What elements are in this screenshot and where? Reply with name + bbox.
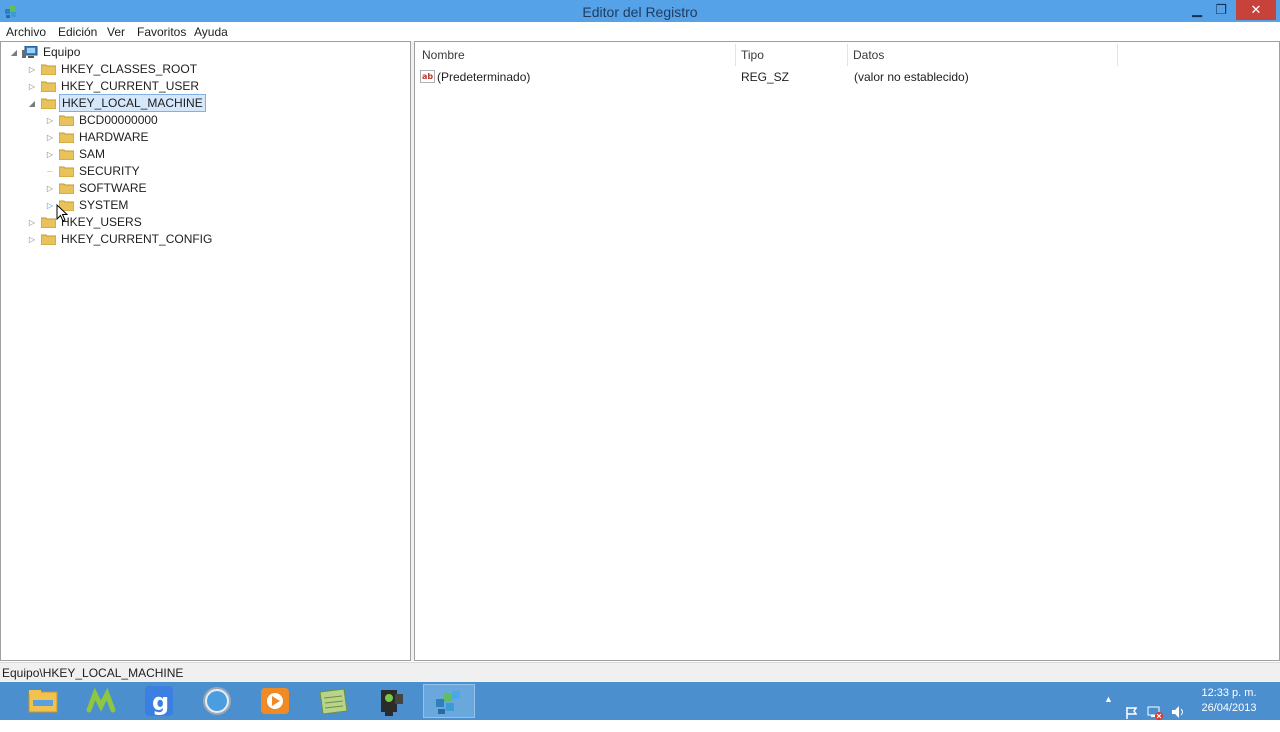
tree-label: HKEY_CURRENT_USER — [61, 79, 200, 93]
show-hidden-icons-icon[interactable]: ▲ — [1104, 694, 1113, 732]
notes-icon — [319, 688, 348, 715]
clock-date: 26/04/2013 — [1201, 702, 1257, 714]
taskbar-google[interactable]: g — [133, 684, 185, 718]
menu-edicion[interactable]: Edición — [58, 25, 97, 39]
tree-label: HKEY_CURRENT_CONFIG — [61, 232, 213, 246]
registry-editor-icon — [436, 691, 460, 714]
values-list[interactable]: Nombre Tipo Datos ab (Predeterminado) RE… — [414, 41, 1280, 661]
taskbar-file-explorer[interactable] — [17, 684, 69, 718]
table-row[interactable]: ab (Predeterminado) REG_SZ (valor no est… — [420, 68, 1270, 86]
taskbar: g ▲ 12:33 p. m. 26/04/2013 — [0, 682, 1280, 720]
tree-label: Equipo — [43, 45, 81, 59]
svg-text:g: g — [152, 688, 169, 716]
taskbar-safari[interactable] — [191, 684, 243, 718]
tree-label: HKEY_CLASSES_ROOT — [61, 62, 198, 76]
column-header-tipo[interactable]: Tipo — [741, 48, 764, 62]
window-title: Editor del Registro — [582, 4, 698, 20]
expand-arrow-icon[interactable]: ▷ — [45, 180, 55, 197]
expand-arrow-icon[interactable]: ▷ — [27, 214, 37, 231]
column-divider[interactable] — [847, 44, 848, 66]
folder-icon — [59, 183, 74, 194]
tree-line-icon: ─ — [47, 167, 53, 176]
file-explorer-icon — [28, 690, 58, 713]
tree-pane[interactable]: ◢ Equipo ▷ HKEY_CLASSES_ROOT ▷ HKEY_CURR… — [0, 41, 411, 661]
close-button[interactable]: ✕ — [1236, 0, 1276, 20]
column-divider[interactable] — [735, 44, 736, 66]
expand-arrow-icon[interactable]: ▷ — [27, 231, 37, 248]
taskbar-media-player[interactable] — [249, 684, 301, 718]
tree-label: HKEY_USERS — [61, 215, 142, 229]
volume-icon[interactable] — [1170, 693, 1186, 731]
expand-arrow-icon[interactable]: ▷ — [45, 129, 55, 146]
expand-arrow-icon[interactable]: ▷ — [27, 78, 37, 95]
tree-label: SAM — [79, 147, 106, 161]
taskbar-notes[interactable] — [307, 684, 359, 718]
svg-text:ab: ab — [422, 72, 433, 81]
expand-arrow-icon[interactable]: ▷ — [27, 61, 37, 78]
collapse-arrow-icon[interactable]: ◢ — [27, 95, 37, 112]
taskbar-registry-editor[interactable] — [423, 684, 475, 718]
folder-icon — [59, 132, 74, 143]
column-header-datos[interactable]: Datos — [853, 48, 884, 62]
column-header-nombre[interactable]: Nombre — [422, 48, 465, 62]
mouse-cursor-icon — [56, 204, 68, 222]
system-clock[interactable]: 12:33 p. m. 26/04/2013 — [1194, 686, 1264, 716]
folder-icon — [41, 217, 56, 228]
menu-bar: Archivo Edición Ver Favoritos Ayuda — [0, 22, 1280, 41]
string-value-icon: ab — [420, 70, 435, 83]
menu-archivo[interactable]: Archivo — [6, 25, 46, 39]
expand-arrow-icon[interactable]: ▷ — [45, 197, 55, 214]
folder-icon — [59, 166, 74, 177]
clock-time: 12:33 p. m. — [1201, 687, 1257, 699]
column-divider[interactable] — [1117, 44, 1118, 66]
movistar-icon — [86, 687, 116, 713]
menu-ayuda[interactable]: Ayuda — [194, 25, 228, 39]
tree-label: BCD00000000 — [79, 113, 158, 127]
value-name: (Predeterminado) — [437, 70, 531, 84]
folder-icon — [41, 234, 56, 245]
expand-arrow-icon[interactable]: ▷ — [45, 112, 55, 129]
tree-label: HKEY_LOCAL_MACHINE — [59, 94, 206, 112]
status-path: Equipo\HKEY_LOCAL_MACHINE — [2, 666, 184, 680]
folder-icon — [41, 81, 56, 92]
safari-icon — [203, 687, 231, 715]
value-type: REG_SZ — [741, 70, 790, 84]
value-data: (valor no establecido) — [854, 70, 969, 84]
media-player-icon — [261, 688, 289, 714]
folder-icon — [41, 64, 56, 75]
collapse-arrow-icon[interactable]: ◢ — [9, 44, 19, 61]
tree-label: SECURITY — [79, 164, 140, 178]
expand-arrow-icon[interactable]: ▷ — [45, 146, 55, 163]
computer-icon — [22, 46, 38, 58]
taskbar-movistar[interactable] — [75, 684, 127, 718]
tree-label: SOFTWARE — [79, 181, 147, 195]
folder-icon — [59, 115, 74, 126]
network-disconnected-icon[interactable] — [1147, 693, 1163, 731]
restore-button[interactable]: ❐ — [1208, 0, 1234, 20]
menu-favoritos[interactable]: Favoritos — [137, 25, 186, 39]
tree-label: SYSTEM — [79, 198, 129, 212]
menu-ver[interactable]: Ver — [107, 25, 125, 39]
camera-app-icon — [381, 690, 403, 716]
action-center-flag-icon[interactable] — [1125, 694, 1139, 732]
google-icon: g — [145, 686, 173, 716]
folder-icon — [59, 149, 74, 160]
status-bar: Equipo\HKEY_LOCAL_MACHINE — [0, 662, 1280, 683]
taskbar-camera-app[interactable] — [365, 684, 417, 718]
tree-label: HARDWARE — [79, 130, 149, 144]
title-bar: Editor del Registro ▁ ❐ ✕ — [0, 0, 1280, 22]
open-folder-icon — [41, 98, 56, 109]
